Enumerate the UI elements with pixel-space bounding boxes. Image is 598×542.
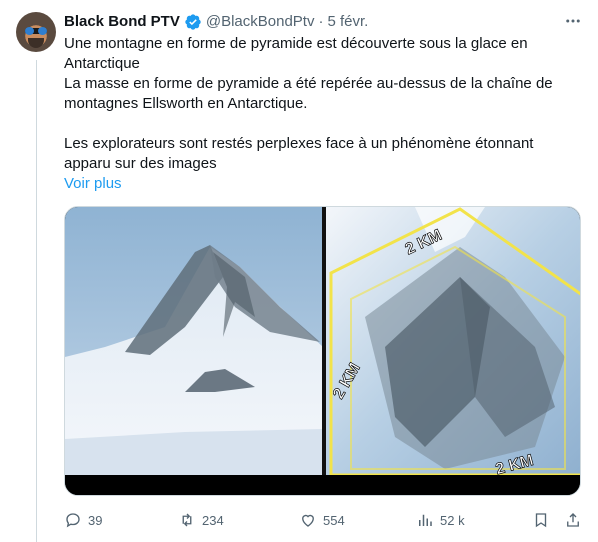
tweet-date[interactable]: 5 févr. (327, 12, 368, 32)
reply-icon (66, 513, 80, 528)
display-name[interactable]: Black Bond PTV (64, 12, 180, 32)
verified-badge-icon (185, 14, 201, 30)
reply-count: 39 (88, 512, 103, 528)
tweet-media[interactable]: 2 KM 2 KM 2 KM (64, 206, 581, 496)
repost-icon (182, 513, 192, 527)
tweet-text: Une montagne en forme de pyramide est dé… (64, 34, 576, 174)
avatar-beard (28, 38, 44, 48)
separator-dot: · (318, 13, 324, 30)
repost-count: 234 (202, 512, 224, 528)
right-photo (326, 207, 580, 477)
avatar[interactable] (16, 12, 56, 52)
thread-line (36, 60, 37, 542)
bookmark-icon (535, 513, 547, 528)
handle[interactable]: @BlackBondPtv (206, 12, 315, 32)
like-button[interactable]: 554 (299, 509, 345, 531)
views-chart-icon (419, 514, 432, 526)
media-image: 2 KM 2 KM 2 KM (65, 207, 580, 495)
repost-button[interactable]: 234 (178, 509, 224, 531)
tweet-paragraph-2: La masse en forme de pyramide a été repé… (64, 75, 553, 112)
see-more-link[interactable]: Voir plus (64, 174, 122, 194)
views-count: 52 k (440, 512, 465, 528)
views-button[interactable]: 52 k (416, 509, 465, 531)
share-icon (567, 513, 579, 527)
share-button[interactable] (564, 509, 582, 531)
action-bar: 39 234 554 52 k (60, 509, 584, 531)
left-photo (65, 207, 323, 475)
avatar-glasses (25, 27, 47, 35)
more-dots-icon (566, 19, 580, 23)
heart-icon (302, 514, 314, 527)
tweet-paragraph-1: Une montagne en forme de pyramide est dé… (64, 35, 528, 72)
like-count: 554 (323, 512, 345, 528)
tweet-header: Black Bond PTV @BlackBondPtv · 5 févr. (64, 12, 368, 32)
bookmark-button[interactable] (532, 509, 550, 531)
more-options-button[interactable] (560, 10, 586, 32)
tweet-paragraph-3: Les explorateurs sont restés perplexes f… (64, 135, 534, 172)
reply-button[interactable]: 39 (64, 509, 102, 531)
